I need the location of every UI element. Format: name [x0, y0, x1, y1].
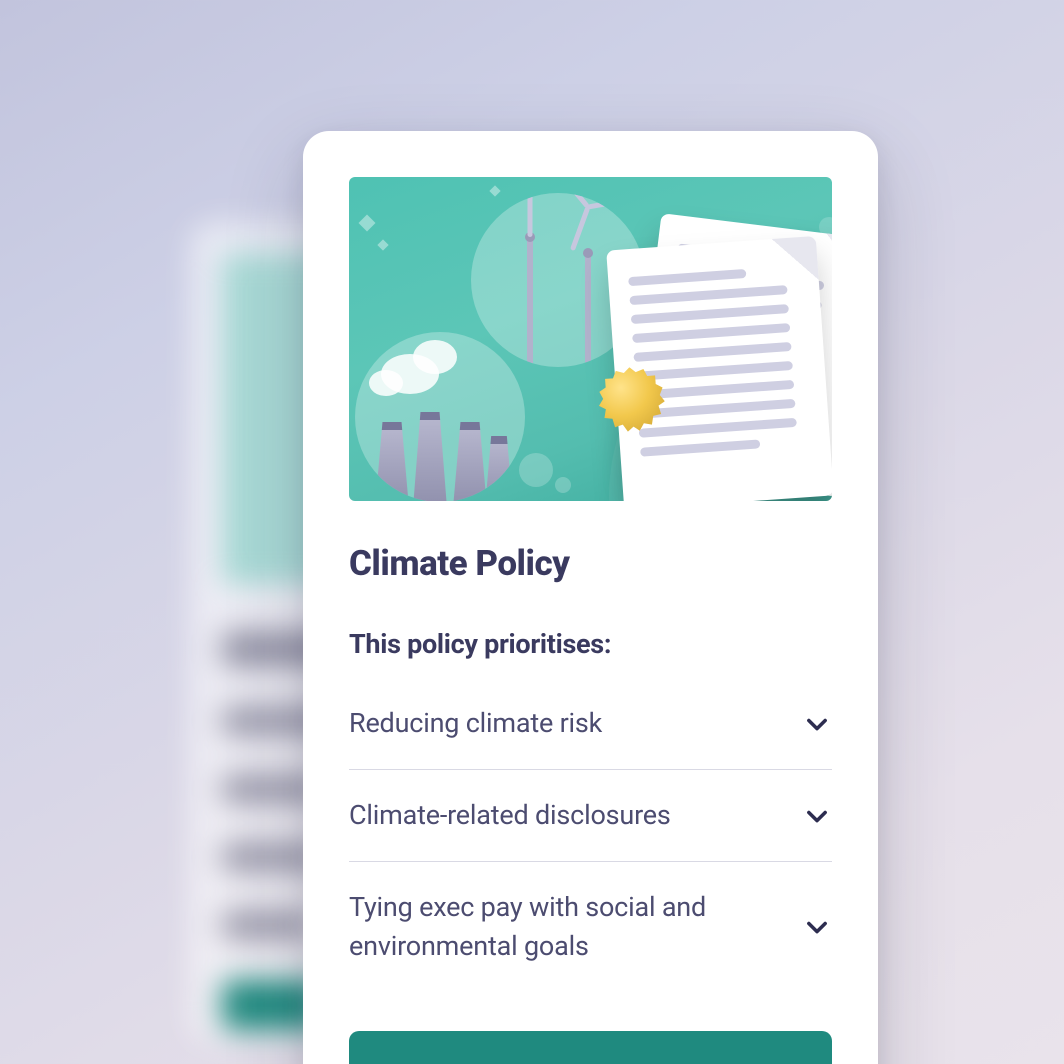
- priority-label: Tying exec pay with social and environme…: [349, 888, 769, 966]
- priority-item[interactable]: Reducing climate risk: [349, 678, 832, 770]
- priority-item[interactable]: Tying exec pay with social and environme…: [349, 862, 832, 992]
- chevron-down-icon: [802, 801, 832, 831]
- chevron-down-icon: [802, 709, 832, 739]
- background-text-line: [222, 912, 312, 938]
- priority-label: Reducing climate risk: [349, 704, 602, 743]
- power-plant-icon: [355, 332, 525, 501]
- priority-list: Reducing climate risk Climate-related di…: [349, 678, 832, 993]
- chevron-down-icon: [802, 912, 832, 942]
- pick-button[interactable]: I pick this one: [349, 1031, 832, 1064]
- policy-subtitle: This policy prioritises:: [349, 628, 832, 660]
- policy-illustration: [349, 177, 832, 501]
- priority-label: Climate-related disclosures: [349, 796, 671, 835]
- policy-card: Climate Policy This policy prioritises: …: [303, 131, 878, 1064]
- policy-title: Climate Policy: [349, 543, 832, 584]
- document-icon: [603, 217, 832, 501]
- priority-item[interactable]: Climate-related disclosures: [349, 770, 832, 862]
